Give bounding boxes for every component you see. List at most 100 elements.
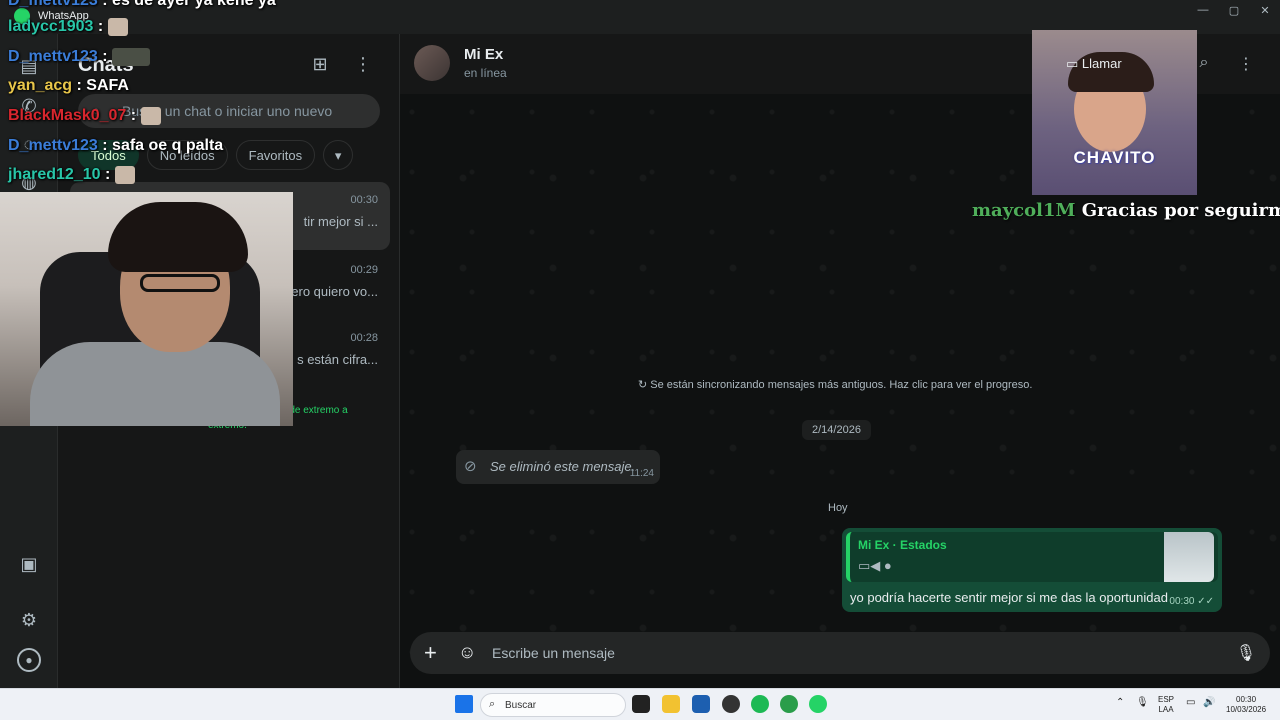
video-icon: ▭◀ ● [858, 558, 892, 573]
attach-icon[interactable]: + [424, 640, 437, 666]
chat-time: 00:29 [350, 264, 378, 276]
date-divider: 2/14/2026 [802, 420, 871, 440]
double-check-icon: ✓✓ [1197, 596, 1214, 607]
whatsapp-taskbar-icon[interactable] [809, 695, 827, 713]
clock-time: 00:30 [1236, 695, 1257, 704]
stream-message: : [102, 48, 108, 66]
taskbar-search[interactable]: ⌕ Buscar [480, 693, 626, 717]
stream-user: D_mettv123 [8, 0, 98, 9]
filter-favorites[interactable]: Favoritos [235, 140, 316, 170]
status-reply-quote[interactable]: Mi Ex · Estados ▭◀ ● [846, 532, 1218, 582]
lang-primary: ESP [1158, 695, 1175, 704]
chat-time: 00:28 [350, 332, 378, 344]
windows-start-icon[interactable] [455, 695, 473, 713]
alert-label: CHAVITO [1073, 148, 1156, 167]
message-time: 11:24 [629, 468, 654, 479]
file-explorer-icon[interactable] [662, 695, 680, 713]
volume-icon[interactable]: 🔊 [1203, 698, 1215, 708]
stream-chat-line: yan_acg : SAFA [8, 77, 129, 95]
stream-message: : safa oe q palta [102, 137, 224, 154]
follow-message: Gracias por seguirme!! [1081, 200, 1280, 221]
stream-chat-line: jhared12_10 : [8, 166, 135, 184]
message-time: 00:30 [1169, 596, 1195, 607]
stream-message: : SAFA [76, 77, 129, 94]
maximize-button[interactable]: ▢ [1219, 4, 1249, 17]
avatar[interactable] [414, 45, 450, 81]
microphone-icon[interactable]: 🎙 [1136, 698, 1149, 708]
task-view-icon[interactable] [632, 695, 650, 713]
stream-user: jhared12_10 [8, 166, 101, 184]
profile-icon[interactable]: ● [17, 648, 41, 672]
microphone-icon[interactable]: 🎙 [1236, 643, 1256, 663]
stream-chat-line: D_mettv123 : safa oe q palta [8, 137, 223, 155]
stream-message: : [104, 166, 111, 184]
media-icon[interactable]: ▣ [17, 552, 41, 576]
outgoing-message[interactable]: Mi Ex · Estados ▭◀ ● yo podría hacerte s… [842, 528, 1222, 612]
whatsapp-window: WhatsApp — ▢ ✕ ▤ ✆ ◌ ◍ ▣ ⚙ ● Chats ⊞ ⋮ ⌕… [0, 0, 1280, 688]
sticker-icon[interactable]: ☺ [458, 642, 476, 663]
chevron-up-icon[interactable]: ⌃ [1116, 698, 1124, 708]
follower-alert-image: CHAVITO [1032, 30, 1197, 195]
stream-chat-line: BlackMask0_07 : [8, 107, 161, 125]
lang-secondary: LAA [1158, 705, 1174, 714]
menu-icon[interactable]: ⋮ [351, 54, 375, 78]
streamer-webcam [0, 192, 293, 426]
contact-status: en línea [464, 66, 507, 80]
stream-message: : [97, 18, 104, 36]
stream-user: yan_acg [8, 77, 73, 94]
blocked-icon: ⊘ [464, 458, 477, 475]
hair [108, 202, 248, 272]
sync-text: Se están sincronizando mensajes más anti… [650, 379, 1033, 391]
sync-notice[interactable]: ↻ Se están sincronizando mensajes más an… [638, 378, 1032, 391]
clock[interactable]: 00:30 10/03/2026 [1226, 695, 1266, 715]
message-meta: 00:30 ✓✓ [1169, 596, 1214, 607]
chrome-icon[interactable] [780, 695, 798, 713]
network-icon[interactable]: ▭ [1186, 698, 1195, 708]
emote-icon [112, 48, 151, 66]
reply-source: Mi Ex · Estados [858, 538, 947, 552]
chat-preview: s están cifra... [297, 352, 378, 367]
search-icon: ⌕ [489, 698, 496, 710]
call-button[interactable]: ▭ Llamar [1066, 56, 1122, 72]
language-indicator[interactable]: ESP LAA [1158, 695, 1174, 715]
deleted-message[interactable]: ⊘ Se eliminó este mensaje. 11:24 [456, 450, 660, 484]
status-thumbnail [1164, 532, 1214, 582]
cat-emote-icon [114, 166, 135, 184]
cat-emote-icon [107, 18, 128, 36]
stream-user: BlackMask0_07 [8, 107, 127, 125]
settings-icon[interactable]: ⚙ [17, 608, 41, 632]
stream-chat-line: D_mettv123 : es de ayer ya kene ya [8, 0, 276, 10]
date-divider-today: Hoy [828, 502, 848, 514]
stream-chat-line: D_mettv123 : [8, 48, 151, 66]
stream-user: ladycc1903 [8, 18, 94, 36]
composer-placeholder[interactable]: Escribe un mensaje [492, 645, 615, 661]
obs-icon[interactable] [722, 695, 740, 713]
clock-date: 10/03/2026 [1226, 705, 1267, 714]
windows-taskbar: ⌕ Buscar ⌃ 🎙 ESP LAA ▭ 🔊 00:30 10/03/202… [0, 688, 1280, 720]
spotify-icon[interactable] [751, 695, 769, 713]
video-call-icon: ▭ [1066, 56, 1082, 71]
shirt [30, 342, 280, 426]
stream-message: : es de ayer ya kene ya [102, 0, 276, 9]
stream-chat-line: ladycc1903 : [8, 18, 128, 36]
message-composer[interactable]: + ☺ Escribe un mensaje 🎙 [410, 632, 1270, 674]
store-icon[interactable] [692, 695, 710, 713]
sync-icon: ↻ [638, 379, 648, 391]
chat-preview: ero quiero vo... [291, 284, 378, 299]
cat-emote-icon [140, 107, 161, 125]
stream-user: D_mettv123 [8, 48, 98, 66]
follower-name: maycol1M [972, 200, 1076, 221]
chat-time: 00:30 [350, 194, 378, 206]
call-label: Llamar [1081, 56, 1122, 71]
new-chat-icon[interactable]: ⊞ [308, 54, 332, 78]
message-text: yo podría hacerte sentir mejor si me das… [850, 590, 1168, 605]
stream-message: : [130, 107, 137, 125]
contact-name: Mi Ex [464, 46, 504, 63]
stream-user: D_mettv123 [8, 137, 98, 154]
follow-alert: maycol1M Gracias por seguirme!! [972, 200, 1280, 221]
menu-icon[interactable]: ⋮ [1234, 54, 1258, 74]
minimize-button[interactable]: — [1188, 4, 1218, 16]
glasses [140, 274, 220, 292]
chevron-down-icon[interactable]: ▾ [323, 140, 354, 170]
close-button[interactable]: ✕ [1250, 4, 1280, 17]
